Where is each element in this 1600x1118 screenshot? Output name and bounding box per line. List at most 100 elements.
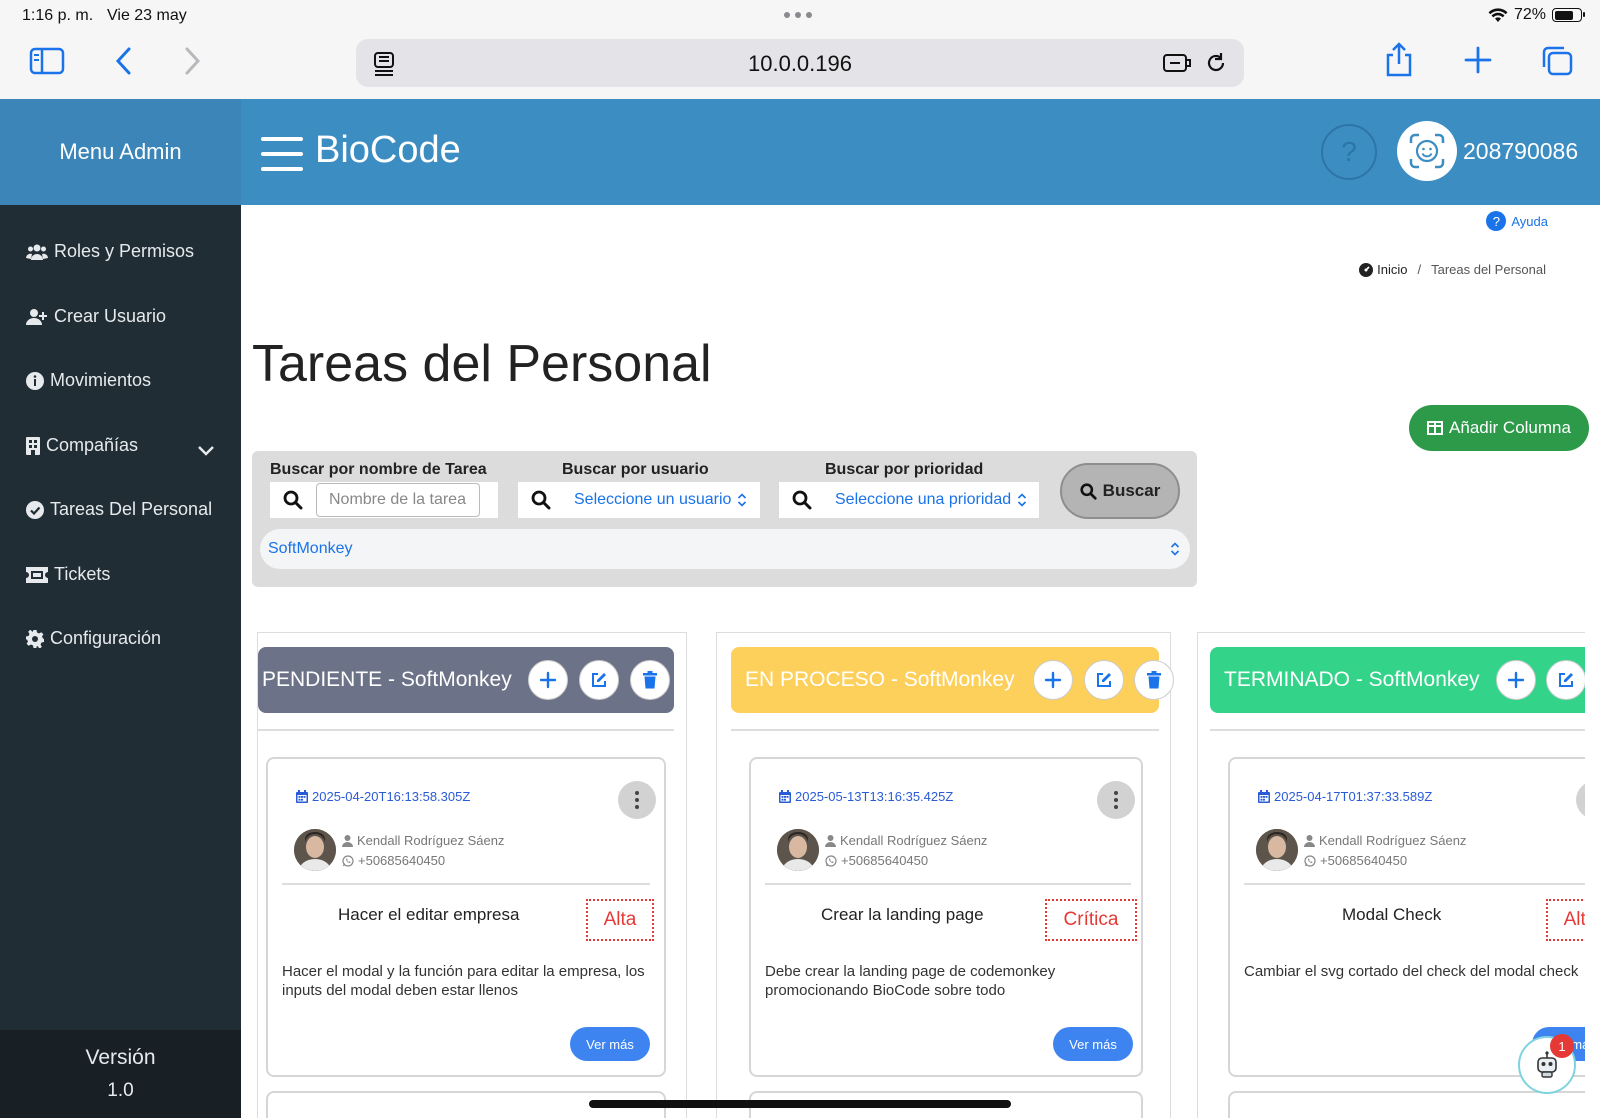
priority-search-label: Buscar por prioridad [825,461,984,478]
task-date: 2025-04-17T01:37:33.589Z [1258,789,1432,804]
delete-column-button[interactable] [630,660,670,700]
task-user-name: Kendall Rodríguez Sáenz [840,833,988,848]
task-search-group: Nombre de la tarea [270,482,498,518]
share-icon[interactable] [1384,42,1414,78]
status-indicators: 72% [1488,6,1585,24]
sidebar-item-movimientos[interactable]: Movimientos [26,370,151,391]
sidebar-item-roles[interactable]: Roles y Permisos [26,241,194,262]
address-bar[interactable]: 10.0.0.196 [356,39,1244,87]
back-icon[interactable] [110,46,136,76]
app-header: BioCode ? 208790086 [241,99,1600,205]
calendar-icon [1258,790,1270,803]
add-column-label: Añadir Columna [1449,418,1571,437]
edit-column-button[interactable] [1084,660,1124,700]
more-options-icon[interactable] [1097,781,1135,819]
whatsapp-icon [342,855,354,867]
column-title: PENDIENTE - SoftMonkey [262,668,512,691]
sidebar-item-companias[interactable]: Compañías [26,435,138,456]
breadcrumb-current: Tareas del Personal [1431,262,1546,277]
add-task-button[interactable] [1033,660,1073,700]
priority-select[interactable]: Seleccione una prioridad [835,491,1027,509]
sidebar-item-label: Crear Usuario [54,306,167,326]
calendar-icon [779,790,791,803]
task-description: Debe crear la landing page de codemonkey… [765,963,1056,999]
chevron-down-icon[interactable] [197,444,215,462]
search-icon [779,490,825,510]
user-id: 208790086 [1463,138,1579,164]
task-search-input[interactable]: Nombre de la tarea [316,483,480,517]
extension-icon[interactable] [1162,51,1192,75]
user-select-value: Seleccione un usuario [574,491,732,508]
user-search-group: Seleccione un usuario [518,482,760,518]
sidebar-item-label: Tareas Del Personal [50,499,213,519]
face-id-icon[interactable] [1397,121,1457,181]
task-name: Hacer el editar empresa [338,905,520,924]
column-divider [731,729,1159,731]
tabs-overview-icon[interactable] [1540,45,1574,77]
sidebar-item-tickets[interactable]: Tickets [26,564,110,585]
task-date-value: 2025-04-17T01:37:33.589Z [1274,789,1433,804]
select-arrows-icon [1170,542,1180,556]
task-user-name: Kendall Rodríguez Sáenz [357,833,505,848]
column-divider [1210,729,1585,731]
edit-column-button[interactable] [579,660,619,700]
delete-column-button[interactable] [1134,660,1174,700]
add-task-button[interactable] [528,660,568,700]
task-card[interactable]: 2025-04-20T16:13:58.305Z Kendall Rodrígu… [266,757,666,1077]
plus-icon [1044,671,1062,689]
more-options-icon[interactable] [618,781,656,819]
sidebar-item-label: Roles y Permisos [54,241,195,261]
column-divider [258,729,674,731]
sidebar-item-label: Tickets [54,564,111,584]
user-select[interactable]: Seleccione un usuario [574,491,747,509]
help-link[interactable]: ? Ayuda [1486,211,1548,231]
user-plus-icon [26,308,47,325]
multitasking-dots-icon[interactable] [784,12,812,18]
add-task-button[interactable] [1496,660,1536,700]
task-user-phone: +50685640450 [1320,853,1408,868]
ver-mas-button[interactable]: Ver más [1053,1027,1133,1061]
reload-icon[interactable] [1204,51,1228,75]
add-column-button[interactable]: Añadir Columna [1409,405,1589,451]
company-select[interactable]: SoftMonkey [260,529,1190,569]
sidebar-item-configuracion[interactable]: Configuración [26,628,161,649]
user-icon [1304,835,1315,847]
sidebar-item-label: Configuración [50,628,162,648]
forward-icon[interactable] [180,46,206,76]
help-button[interactable]: ? [1321,124,1377,180]
task-divider [282,883,650,885]
status-time: 1:16 p. m. [22,7,94,24]
user-icon [342,835,353,847]
page-title: Tareas del Personal [252,335,712,393]
search-panel: Buscar por nombre de Tarea Buscar por us… [252,451,1197,587]
task-user-info: Kendall Rodríguez Sáenz +50685640450 [825,831,987,871]
column-header: PENDIENTE - SoftMonkey [258,647,674,713]
ver-mas-button[interactable]: Ver más [570,1027,650,1061]
buscar-label: Buscar [1102,481,1161,500]
task-user-phone: +50685640450 [841,853,929,868]
hamburger-menu-icon[interactable] [261,137,303,171]
edit-column-button[interactable] [1546,660,1585,700]
plus-icon [539,671,557,689]
task-name: Crear la landing page [821,905,984,924]
breadcrumb-separator: / [1417,262,1422,277]
board-column-pendiente: PENDIENTE - SoftMonkey 2025-04-20T16:13:… [257,632,687,1118]
task-card[interactable]: 2025-05-13T13:16:35.425Z Kendall Rodrígu… [749,757,1143,1077]
url-text: 10.0.0.196 [748,51,852,76]
more-options-icon[interactable] [1576,781,1585,819]
breadcrumb-home-label: Inicio [1377,262,1408,277]
task-card[interactable]: 2025-04-17T01:37:33.589Z Kendall Rodrígu… [1228,757,1585,1077]
sidebar-item-tareas[interactable]: Tareas Del Personal [26,499,212,520]
buscar-button[interactable]: Buscar [1060,463,1180,519]
sidebar-item-crear-usuario[interactable]: Crear Usuario [26,306,166,327]
task-card[interactable] [1228,1091,1585,1118]
home-indicator [589,1100,1011,1108]
task-name: Modal Check [1342,905,1442,924]
column-title: EN PROCESO - SoftMonkey [745,668,1015,691]
task-description: Cambiar el svg cortado del check del mod… [1244,963,1579,980]
breadcrumb-home[interactable]: Inicio [1359,262,1407,277]
sidebar-toggle-icon[interactable] [28,46,66,76]
task-date: 2025-05-13T13:16:35.425Z [779,789,953,804]
new-tab-icon[interactable] [1464,46,1492,74]
task-divider [1244,883,1585,885]
